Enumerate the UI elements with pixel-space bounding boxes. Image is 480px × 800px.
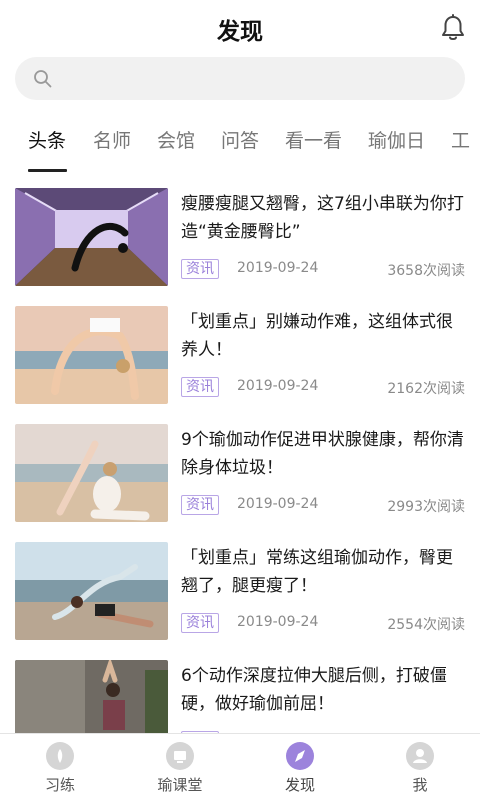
article-thumbnail xyxy=(15,660,168,733)
top-bar: 发现 xyxy=(0,0,480,56)
article-read-count: 2554次阅读 xyxy=(387,617,465,633)
tab-teachers[interactable]: 名师 xyxy=(93,126,131,153)
article-read-count: 3658次阅读 xyxy=(387,263,465,279)
article-tag: 资讯 xyxy=(181,613,219,633)
article-title: 9个瑜伽动作促进甲状腺健康，帮你清除身体垃圾！ xyxy=(181,430,464,478)
article-tag: 资讯 xyxy=(181,377,219,397)
article-title: 6个动作深度拉伸大腿后侧，打破僵硬，做好瑜伽前屈！ xyxy=(181,666,447,714)
tab-yoga-day[interactable]: 瑜伽日 xyxy=(368,126,425,153)
nav-label: 我 xyxy=(412,776,428,794)
nav-discover[interactable]: 发现 xyxy=(240,734,360,800)
search-bar[interactable] xyxy=(15,57,465,100)
nav-label: 习练 xyxy=(44,776,75,794)
tab-headlines[interactable]: 头条 xyxy=(28,126,66,153)
article-tag: 资讯 xyxy=(181,495,219,515)
article-thumbnail xyxy=(15,542,168,640)
user-icon xyxy=(406,742,434,770)
bottom-navigation: 习练 瑜课堂 发现 我 xyxy=(0,733,480,800)
tab-qa[interactable]: 问答 xyxy=(221,126,259,153)
article-title: 瘦腰瘦腿又翘臀，这7组小串联为你打造“黄金腰臀比” xyxy=(181,194,464,242)
tab-watch[interactable]: 看一看 xyxy=(285,126,342,153)
search-input[interactable] xyxy=(63,57,453,100)
article-thumbnail xyxy=(15,424,168,522)
article-date: 2019-09-24 xyxy=(237,378,319,394)
bell-icon[interactable] xyxy=(440,14,466,42)
article-title: 「划重点」常练这组瑜伽动作，臀更翘了，腿更瘦了！ xyxy=(181,548,453,596)
article-thumbnail xyxy=(15,188,168,286)
article-list: 瘦腰瘦腿又翘臀，这7组小串联为你打造“黄金腰臀比” 资讯 2019-09-24 … xyxy=(0,180,480,733)
nav-practice[interactable]: 习练 xyxy=(0,734,120,800)
article-tag: 资讯 xyxy=(181,259,219,279)
nav-classroom[interactable]: 瑜课堂 xyxy=(120,734,240,800)
tab-overflow[interactable]: 工 xyxy=(451,126,470,153)
article-item[interactable]: 瘦腰瘦腿又翘臀，这7组小串联为你打造“黄金腰臀比” 资讯 2019-09-24 … xyxy=(0,180,480,298)
article-item[interactable]: 「划重点」别嫌动作难，这组体式很养人！ 资讯 2019-09-24 2162次阅… xyxy=(0,298,480,416)
article-item[interactable]: 6个动作深度拉伸大腿后侧，打破僵硬，做好瑜伽前屈！ 资讯 xyxy=(0,652,480,733)
category-tabs: 头条 名师 会馆 问答 看一看 瑜伽日 工 xyxy=(0,118,480,174)
nav-label: 发现 xyxy=(284,776,315,794)
compass-icon xyxy=(286,742,314,770)
nav-me[interactable]: 我 xyxy=(360,734,480,800)
article-item[interactable]: 「划重点」常练这组瑜伽动作，臀更翘了，腿更瘦了！ 资讯 2019-09-24 2… xyxy=(0,534,480,652)
article-title: 「划重点」别嫌动作难，这组体式很养人！ xyxy=(181,312,453,360)
article-date: 2019-09-24 xyxy=(237,260,319,276)
article-date: 2019-09-24 xyxy=(237,496,319,512)
classroom-icon xyxy=(166,742,194,770)
active-tab-indicator xyxy=(28,169,67,172)
tab-studios[interactable]: 会馆 xyxy=(157,126,195,153)
search-icon xyxy=(34,70,52,88)
nav-label: 瑜课堂 xyxy=(157,776,203,794)
lotus-icon xyxy=(46,742,74,770)
article-item[interactable]: 9个瑜伽动作促进甲状腺健康，帮你清除身体垃圾！ 资讯 2019-09-24 29… xyxy=(0,416,480,534)
article-read-count: 2162次阅读 xyxy=(387,381,465,397)
article-thumbnail xyxy=(15,306,168,404)
article-read-count: 2993次阅读 xyxy=(387,499,465,515)
article-date: 2019-09-24 xyxy=(237,614,319,630)
page-title: 发现 xyxy=(217,19,263,45)
